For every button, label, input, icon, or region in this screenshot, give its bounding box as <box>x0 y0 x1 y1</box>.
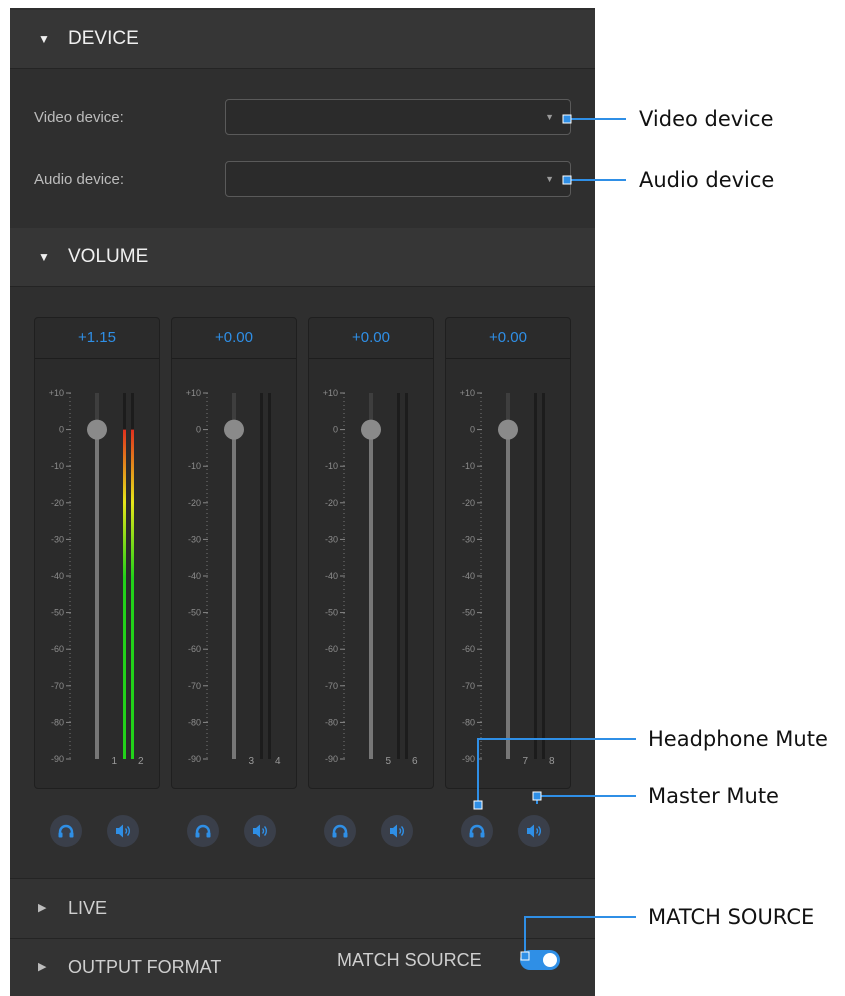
callout-master-mute: Master Mute <box>648 784 779 808</box>
callout-match-source: MATCH SOURCE <box>648 905 815 929</box>
callout-headphone-mute: Headphone Mute <box>648 727 828 751</box>
callout-dot <box>520 951 530 961</box>
callout-dot <box>473 800 483 810</box>
callout-lines <box>473 114 636 961</box>
callout-dot <box>562 114 572 124</box>
callout-audio-device: Audio device <box>639 168 775 192</box>
callout-line-match <box>524 916 636 956</box>
callout-line-master <box>536 795 636 804</box>
callout-dot <box>562 175 572 185</box>
callout-dot <box>532 791 542 801</box>
callout-video-device: Video device <box>639 107 774 131</box>
callout-line-headphone <box>477 738 636 804</box>
